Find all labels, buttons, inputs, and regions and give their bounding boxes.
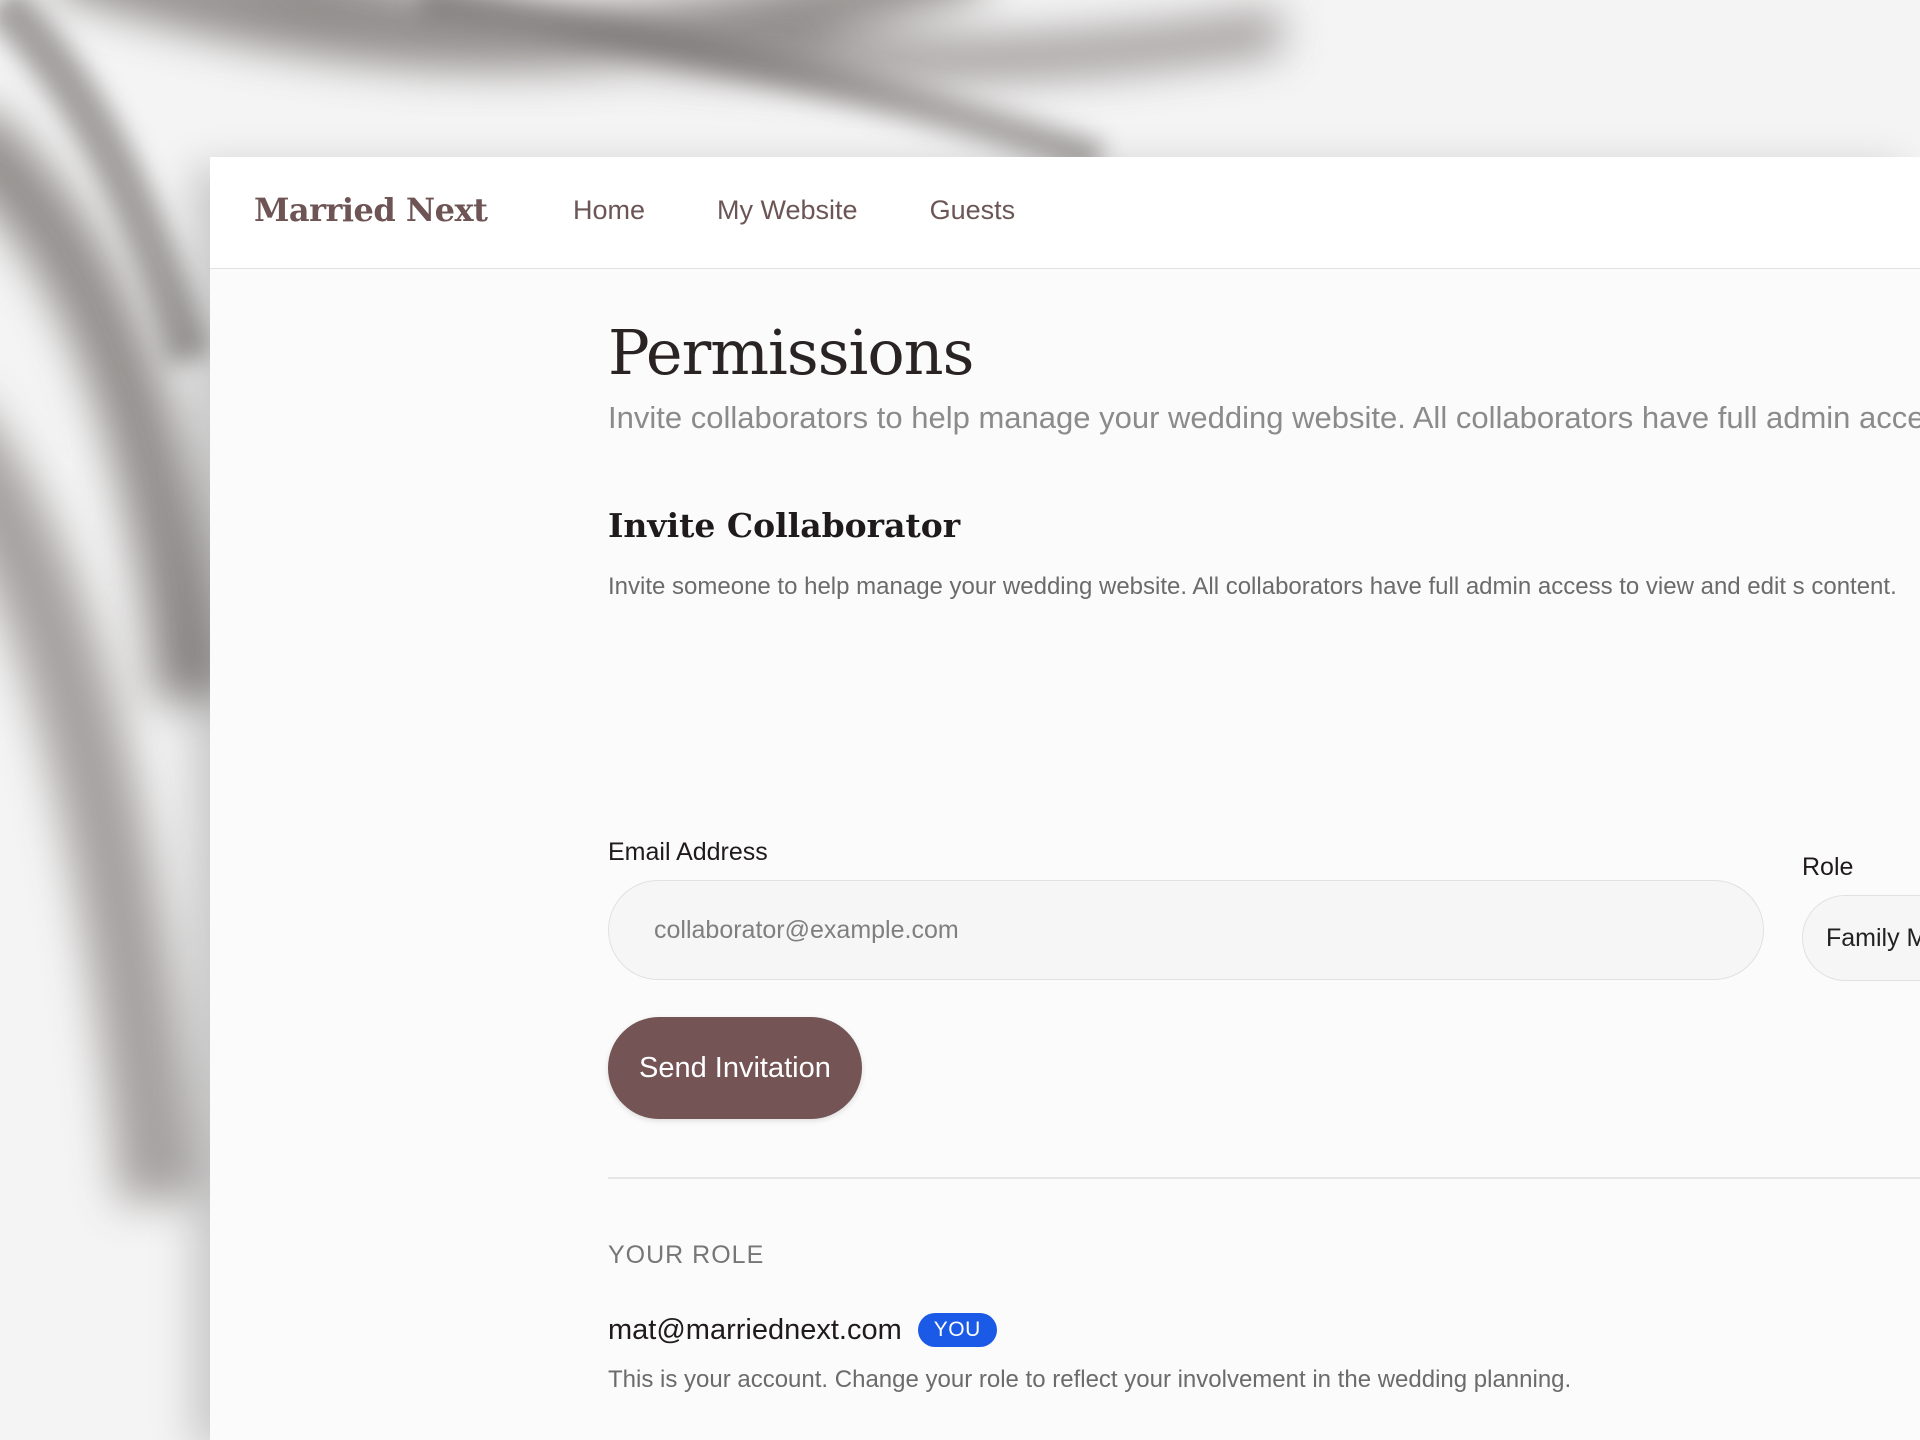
top-navigation-bar: Married Next Home My Website Guests [210, 157, 1920, 269]
page-subtitle: Invite collaborators to help manage your… [608, 400, 1920, 435]
nav-item-guests[interactable]: Guests [930, 195, 1016, 226]
account-email: mat@marriednext.com [608, 1313, 902, 1346]
send-invitation-button[interactable]: Send Invitation [608, 1017, 862, 1119]
role-field-label: Role [1802, 853, 1854, 881]
brand-logo[interactable]: Married Next [254, 191, 488, 229]
you-badge: YOU [917, 1313, 997, 1347]
email-field-label: Email Address [608, 838, 768, 866]
app-window: Married Next Home My Website Guests Perm… [210, 157, 1920, 1440]
invite-section-title: Invite Collaborator [608, 506, 961, 545]
nav-item-home[interactable]: Home [573, 195, 645, 226]
invite-section-description: Invite someone to help manage your weddi… [608, 573, 1897, 600]
page-title: Permissions [608, 316, 974, 389]
account-row: mat@marriednext.com YOU [608, 1313, 997, 1347]
role-select[interactable]: Family M [1802, 895, 1920, 981]
main-nav: Home My Website Guests [573, 195, 1087, 226]
nav-item-my-website[interactable]: My Website [717, 195, 858, 226]
email-field[interactable] [608, 880, 1764, 980]
section-divider [608, 1177, 1920, 1179]
role-select-value: Family M [1826, 923, 1920, 952]
account-description: This is your account. Change your role t… [608, 1366, 1572, 1393]
your-role-heading: YOUR ROLE [608, 1241, 765, 1269]
screen: Married Next Home My Website Guests Perm… [0, 0, 1920, 1440]
